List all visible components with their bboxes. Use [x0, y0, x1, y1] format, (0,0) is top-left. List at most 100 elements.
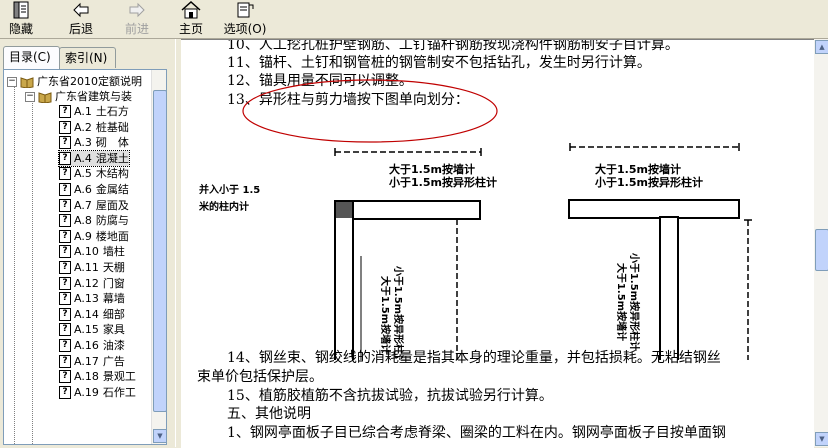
tree-item-code: A.16	[74, 339, 99, 352]
back-label: 后退	[68, 22, 93, 36]
tree-item[interactable]: ? A.2 桩基础	[59, 120, 129, 135]
collapse-icon[interactable]: −	[7, 76, 17, 87]
hide-button[interactable]: 隐藏	[4, 1, 38, 37]
tree-item-label: 桩基础	[95, 120, 129, 134]
tree-item-code: A.7	[74, 198, 92, 212]
help-topic-icon: ?	[59, 323, 71, 337]
left-vertical-label-1: 大于1.5m按墙计	[379, 276, 392, 354]
tree-item-code: A.18	[74, 370, 99, 384]
tree-item-label: 楼地面	[95, 229, 129, 243]
home-icon	[181, 1, 201, 19]
text-line-15: 15、植筋胶植筋不含抗拔试验，抗拔试验另行计算。	[227, 388, 553, 404]
tree-item[interactable]: ? A.5 木结构	[59, 166, 129, 181]
tree-item-code: A.6	[74, 183, 92, 196]
tree-child-label: 广东省建筑与装	[55, 90, 132, 103]
tree-item[interactable]: ? A.18 景观工	[59, 369, 136, 384]
left-vertical-label-2: 小于1.5m按异形柱计	[392, 265, 405, 360]
tree-child[interactable]: − 广东省建筑与装	[25, 89, 132, 104]
help-topic-icon: ?	[59, 198, 71, 212]
left-note-1: 并入小于 1.5	[199, 183, 260, 196]
tree-item[interactable]: ? A.11 天棚	[59, 260, 125, 275]
tree-item-code: A.8	[74, 214, 92, 228]
help-topic-icon: ?	[59, 385, 71, 399]
tree-item[interactable]: ? A.13 幕墙	[59, 291, 125, 306]
home-label: 主页	[178, 22, 203, 36]
tree-item-label: 细部	[102, 307, 125, 321]
tree-item[interactable]: ? A.16 油漆	[59, 338, 125, 353]
tree-item-code: A.2	[74, 120, 92, 134]
options-button[interactable]: 选项(O)	[222, 1, 268, 37]
navigation-pane: 目录(C) 索引(N) − 广东省2010定额说明 − 广东省建筑与装 ? A.1…	[0, 39, 175, 447]
tree-item-code: A.11	[74, 261, 99, 274]
home-button[interactable]: 主页	[174, 1, 208, 37]
tree-scroll-thumb[interactable]	[153, 90, 166, 412]
tree-item-label: 屋面及	[95, 198, 129, 212]
options-label: 选项(O)	[223, 22, 267, 36]
hide-icon	[13, 1, 29, 19]
tree-root[interactable]: − 广东省2010定额说明	[7, 74, 142, 89]
tree-item-label: 门窗	[102, 276, 125, 290]
left-note-2: 米的柱内计	[199, 200, 249, 213]
tree-item[interactable]: ? A.10 墙柱	[59, 244, 125, 259]
help-topic-icon: ?	[59, 354, 71, 368]
tree-item[interactable]: ? A.7 屋面及	[59, 198, 129, 213]
hide-label: 隐藏	[8, 22, 33, 36]
content-scrollbar[interactable]: ▲ ▼	[814, 39, 828, 447]
tree-item[interactable]: ? A.14 细部	[59, 307, 125, 322]
tree-item-label: 幕墙	[102, 292, 125, 306]
help-topic-icon: ?	[59, 276, 71, 290]
left-top-label-2: 小于1.5m按异形柱计	[388, 175, 497, 189]
topic-content: 10、人工挖孔桩护壁钢筋、工钉锚杆钢筋按现浇构件钢筋制安子目计算。 11、锚杆、…	[181, 39, 814, 448]
tree-item-label: 混凝土	[95, 151, 129, 165]
collapse-icon[interactable]: −	[25, 91, 35, 102]
tree-item[interactable]: ? A.9 楼地面	[59, 229, 129, 244]
tree-item[interactable]: ? A.1 土石方	[59, 104, 129, 119]
help-topic-icon: ?	[59, 261, 71, 274]
open-book-icon	[20, 76, 34, 88]
tab-index[interactable]: 索引(N)	[59, 47, 116, 68]
help-topic-icon: ?	[59, 229, 71, 243]
help-topic-icon: ?	[59, 183, 71, 196]
scroll-down-icon[interactable]: ▼	[815, 432, 828, 446]
forward-button[interactable]: 前进	[120, 1, 154, 37]
tree-item[interactable]: ? A.12 门窗	[59, 276, 125, 291]
tree-item[interactable]: ? A.8 防腐与	[59, 213, 129, 228]
tree-item-code: A.13	[74, 292, 99, 306]
help-topic-icon: ?	[59, 307, 71, 321]
tree-scrollbar[interactable]: ▼	[151, 70, 166, 444]
tree-item-label: 金属结	[95, 183, 129, 196]
help-topic-icon: ?	[59, 292, 71, 306]
tree-item-label: 土石方	[95, 105, 129, 118]
contents-tree: − 广东省2010定额说明 − 广东省建筑与装 ? A.1 土石方? A.2 桩基础? A…	[3, 69, 167, 445]
scroll-down-icon[interactable]: ▼	[153, 429, 166, 443]
tree-item-label: 墙柱	[102, 245, 125, 259]
tree-item[interactable]: ? A.17 广告	[59, 354, 125, 369]
forward-arrow-icon	[129, 2, 145, 18]
right-vertical-label-1: 大于1.5m按墙计	[615, 263, 628, 341]
options-icon	[237, 2, 254, 18]
tree-item-code: A.10	[74, 245, 99, 259]
text-line-14b: 束单价包括保护层。	[197, 369, 323, 385]
corner-fill	[336, 202, 352, 218]
tree-item[interactable]: ? A.15 家具	[59, 322, 125, 337]
content-scroll-thumb[interactable]	[815, 229, 828, 271]
help-topic-icon: ?	[59, 120, 71, 134]
tree-item[interactable]: ? A.19 石作工	[59, 385, 136, 400]
tree-item-code: A.17	[74, 354, 99, 368]
tree-item-code: A.15	[74, 323, 99, 337]
tree-item[interactable]: ? A.4 混凝土	[58, 149, 130, 167]
tree-item[interactable]: ? A.6 金属结	[59, 182, 129, 197]
section-5-heading: 五、其他说明	[227, 406, 311, 422]
tree-item-code: A.5	[74, 167, 92, 181]
tree-item-label: 石作工	[102, 385, 136, 399]
tab-contents[interactable]: 目录(C)	[3, 46, 60, 69]
tree-item-label: 广告	[102, 354, 125, 368]
scroll-up-icon[interactable]: ▲	[815, 40, 828, 54]
text-line-10: 10、人工挖孔桩护壁钢筋、工钉锚杆钢筋按现浇构件钢筋制安子目计算。	[227, 39, 679, 53]
right-vertical-label-2: 小于1.5m按异形柱计	[628, 252, 641, 351]
tree-item[interactable]: ? A.3 砌 体	[59, 135, 129, 150]
toolbar: 隐藏 后退 前进 主页 选项(O)	[0, 0, 828, 39]
help-topic-icon: ?	[59, 151, 71, 165]
back-button[interactable]: 后退	[64, 1, 98, 37]
text-line-14a: 14、钢丝束、钢绞线的消耗量是指其本身的理论重量，并包括损耗。无粘结钢丝	[227, 350, 721, 366]
